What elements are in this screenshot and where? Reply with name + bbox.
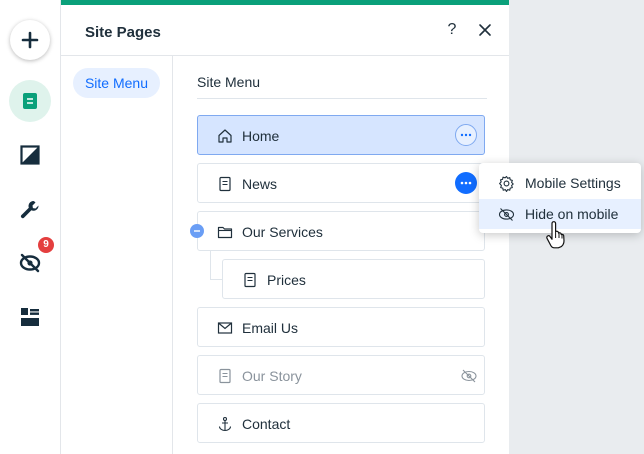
page-label: Our Story [242, 368, 302, 384]
site-pages-panel: Site Pages ? Site Menu Site Menu Home Ne… [61, 0, 509, 454]
help-button[interactable]: ? [442, 18, 462, 42]
panel-header: Site Pages ? [61, 5, 509, 56]
close-icon[interactable] [475, 20, 495, 40]
hidden-elements-button[interactable]: 9 [8, 237, 54, 285]
page-icon [242, 272, 258, 288]
add-icon [10, 20, 50, 60]
page-label: Our Services [242, 224, 323, 240]
page-label: News [242, 176, 278, 192]
panel-title: Site Pages [85, 24, 161, 41]
eye-hidden-icon [498, 206, 515, 223]
eye-hidden-icon [460, 368, 478, 384]
tools-button[interactable] [8, 188, 52, 232]
page-item-email-us[interactable]: Email Us [197, 307, 485, 347]
pages-icon [9, 80, 51, 122]
page-item-our-services[interactable]: Our Services [190, 211, 485, 251]
add-elements-button[interactable] [8, 18, 52, 62]
content-title: Site Menu [197, 74, 261, 90]
menu-label: Mobile Settings [525, 175, 621, 191]
more-actions-button[interactable] [455, 172, 477, 194]
apps-icon [20, 307, 40, 327]
menu-item-mobile-settings[interactable]: Mobile Settings [479, 168, 641, 198]
pages-button[interactable] [8, 79, 52, 123]
more-actions-button[interactable] [455, 124, 477, 146]
design-icon [20, 145, 40, 165]
collapse-toggle[interactable] [190, 224, 204, 238]
page-icon [217, 176, 233, 192]
page-item-home[interactable]: Home [197, 115, 485, 155]
nav-item-site-menu[interactable]: Site Menu [73, 68, 160, 98]
page-label: Prices [267, 272, 306, 288]
page-item-contact[interactable]: Contact [197, 403, 485, 443]
folder-icon [217, 224, 233, 240]
page-label: Contact [242, 416, 291, 432]
page-label: Email Us [242, 320, 299, 336]
divider [197, 98, 487, 99]
hidden-count-badge: 9 [38, 237, 54, 253]
page-item-prices[interactable]: Prices [222, 259, 485, 299]
gear-icon [498, 175, 515, 192]
page-item-news[interactable]: News [197, 163, 485, 203]
wrench-icon [19, 199, 41, 221]
home-icon [217, 128, 233, 144]
mail-icon [217, 320, 233, 336]
hand-cursor-icon [544, 221, 568, 249]
eye-hidden-icon [18, 252, 42, 274]
anchor-icon [217, 416, 233, 432]
left-toolbar: 9 [0, 0, 61, 454]
apps-button[interactable] [8, 295, 52, 339]
panel-nav: Site Menu [61, 56, 173, 454]
menu-label: Hide on mobile [525, 206, 619, 222]
design-button[interactable] [8, 133, 52, 177]
page-icon [217, 368, 233, 384]
page-label: Home [242, 128, 280, 144]
page-item-our-story[interactable]: Our Story [197, 355, 485, 395]
